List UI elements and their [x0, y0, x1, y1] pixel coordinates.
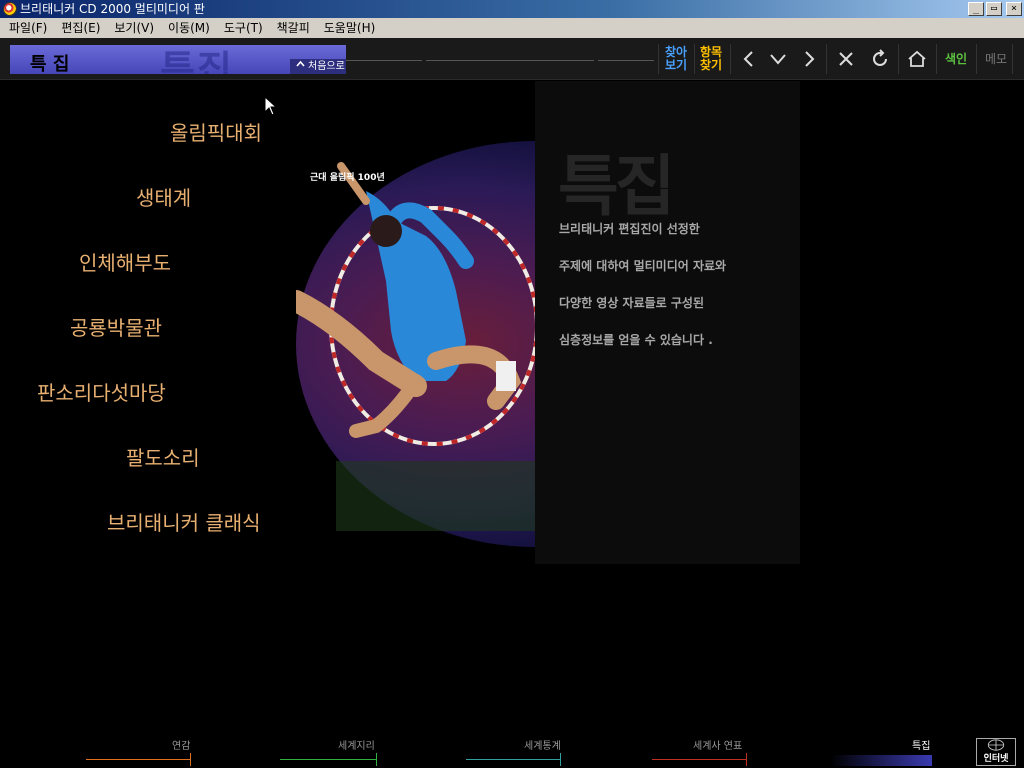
photo-caption: 근대 올림픽 100년	[310, 173, 385, 183]
gymnast-illustration	[296, 162, 535, 531]
title-bar: 브리태니커 CD 2000 멀티미디어 판 _ ▭ ×	[0, 0, 1024, 18]
toolbar-separator	[936, 44, 937, 74]
chevron-left-icon	[743, 51, 753, 67]
home-page-button[interactable]	[904, 46, 930, 72]
browse-label-line2: 보기	[664, 58, 688, 72]
refresh-icon	[873, 49, 887, 66]
britannica-app-icon	[3, 2, 17, 16]
section-title: 특 집	[30, 54, 70, 74]
nav-active-indicator	[830, 755, 932, 766]
internet-label: 인터넷	[983, 754, 1009, 764]
window-title: 브리태니커 CD 2000 멀티미디어 판	[20, 2, 205, 16]
section-ghost-title: 특집	[160, 48, 234, 74]
topic-dinosaur-museum[interactable]: 공룡박물관	[70, 312, 162, 341]
menu-bar: 파일(F) 편집(E) 보기(V) 이동(M) 도구(T) 책갈피 도움말(H)	[0, 18, 1024, 38]
topic-ecosystem[interactable]: 생태계	[136, 182, 191, 211]
nav-world-history-timeline[interactable]: 세계사 연표	[693, 737, 742, 752]
topic-folk-songs[interactable]: 팔도소리	[126, 442, 200, 471]
description-line: 브리태니커 편집진이 선정한	[559, 222, 700, 236]
item-find-label-line2: 찾기	[699, 58, 723, 72]
close-icon	[839, 52, 853, 66]
gymnast-photo	[296, 141, 535, 547]
menu-help[interactable]: 도움말(H)	[317, 18, 383, 38]
previous-button[interactable]	[736, 46, 762, 72]
bottom-navigation: 연감 세계지리 세계통계 세계사 연표 특집 인터넷	[0, 733, 1024, 768]
memo-label: 메모	[984, 51, 1008, 66]
nav-underline	[190, 753, 191, 766]
nav-underline	[466, 759, 560, 760]
mouse-cursor-icon	[264, 96, 278, 116]
topic-pansori[interactable]: 판소리다섯마당	[37, 377, 166, 406]
description-line: 다양한 영상 자료들로 구성된	[559, 296, 705, 310]
menu-edit[interactable]: 편집(E)	[54, 18, 107, 38]
home-button[interactable]: 처음으로	[290, 59, 346, 74]
maximize-button[interactable]: ▭	[986, 2, 1002, 16]
nav-underline	[376, 753, 377, 766]
history-dropdown-button[interactable]	[765, 46, 791, 72]
toolbar-separator	[826, 44, 827, 74]
browse-button[interactable]: 찾아 보기	[662, 43, 690, 75]
topic-olympics[interactable]: 올림픽대회	[170, 117, 262, 146]
description-line: 심층정보를 얻을 수 있습니다 .	[559, 333, 713, 347]
menu-move[interactable]: 이동(M)	[161, 18, 217, 38]
nav-underline	[560, 753, 561, 766]
memo-button[interactable]: 메모	[980, 43, 1012, 75]
menu-tools[interactable]: 도구(T)	[217, 18, 270, 38]
internet-button[interactable]: 인터넷	[976, 738, 1016, 766]
toolbar-separator	[898, 44, 899, 74]
refresh-button[interactable]	[867, 46, 893, 72]
main-content: 근대 올림픽 100년 올림픽대회 생태계 인체해부도 공룡박물관 판소리다섯마…	[0, 81, 1024, 733]
nav-feature[interactable]: 특집	[912, 737, 930, 752]
topic-britannica-classics[interactable]: 브리태니커 클래식	[107, 507, 261, 536]
toolbar-separator	[1012, 44, 1013, 74]
toolbar-separator	[694, 44, 695, 74]
toolbar-separator	[730, 44, 731, 74]
menu-bookmarks[interactable]: 책갈피	[270, 18, 317, 38]
section-header: 특집 특 집 처음으로	[10, 45, 346, 74]
toolbar-divider-line	[598, 60, 654, 61]
toolbar-separator	[658, 44, 659, 74]
nav-underline	[86, 759, 190, 760]
index-button[interactable]: 색인	[940, 43, 972, 75]
window-controls: _ ▭ ×	[968, 2, 1022, 16]
nav-underline	[652, 759, 746, 760]
chevron-up-icon	[296, 59, 305, 74]
app-window: 브리태니커 CD 2000 멀티미디어 판 _ ▭ × 파일(F) 편집(E) …	[0, 0, 1024, 768]
toolbar-divider-line	[346, 60, 422, 61]
minimize-button[interactable]: _	[968, 2, 984, 16]
item-find-button[interactable]: 항목 찾기	[697, 43, 725, 75]
stop-button[interactable]	[833, 46, 859, 72]
nav-yearbook[interactable]: 연감	[172, 737, 190, 752]
globe-icon	[987, 739, 1005, 751]
home-button-label: 처음으로	[308, 61, 345, 72]
index-label: 색인	[944, 51, 968, 66]
feature-big-title: 특집	[558, 148, 675, 225]
description-line: 주제에 대하여 멀티미디어 자료와	[559, 259, 727, 273]
home-icon	[908, 50, 926, 67]
toolbar-separator	[976, 44, 977, 74]
toolbar-divider-line	[426, 60, 594, 61]
nav-world-statistics[interactable]: 세계통계	[524, 737, 561, 752]
menu-file[interactable]: 파일(F)	[2, 18, 54, 38]
nav-underline	[746, 753, 747, 766]
nav-underline	[280, 759, 376, 760]
chevron-down-icon	[770, 54, 786, 65]
menu-view[interactable]: 보기(V)	[107, 18, 161, 38]
next-button[interactable]	[796, 46, 822, 72]
close-button[interactable]: ×	[1006, 2, 1022, 16]
toolbar: 특집 특 집 처음으로 찾아 보기 항목 찾기 색인 메모	[0, 38, 1024, 80]
nav-world-geography[interactable]: 세계지리	[338, 737, 375, 752]
chevron-right-icon	[805, 51, 815, 67]
topic-human-anatomy[interactable]: 인체해부도	[79, 247, 171, 276]
